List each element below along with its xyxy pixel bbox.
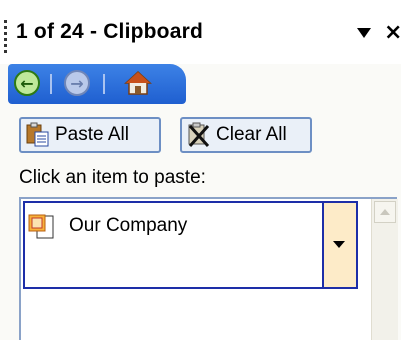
scroll-up-arrow-icon xyxy=(380,209,390,215)
clear-all-icon xyxy=(186,122,212,148)
task-pane-title-bar: 1 of 24 - Clipboard × xyxy=(0,0,401,64)
scroll-up-button[interactable] xyxy=(374,201,396,223)
paste-all-icon xyxy=(25,122,51,148)
navigation-toolbar: ← → xyxy=(8,64,186,104)
drag-handle[interactable] xyxy=(4,20,8,64)
powerpoint-document-icon xyxy=(27,213,57,241)
chevron-down-icon xyxy=(333,241,345,248)
clipboard-items-list: Our Company xyxy=(19,197,398,340)
instruction-text: Click an item to paste: xyxy=(19,167,206,188)
toolbar-separator xyxy=(103,74,105,94)
forward-arrow-icon[interactable]: → xyxy=(64,70,90,96)
vertical-scrollbar[interactable] xyxy=(371,199,398,340)
clipboard-item[interactable]: Our Company xyxy=(23,201,358,289)
task-pane-title: 1 of 24 - Clipboard xyxy=(16,20,203,43)
back-arrow-icon[interactable]: ← xyxy=(14,70,40,96)
home-icon[interactable] xyxy=(124,69,152,97)
paste-all-button[interactable]: Paste All xyxy=(19,117,161,153)
clipboard-task-pane: 1 of 24 - Clipboard × ← → Paste All Clea… xyxy=(0,0,401,340)
close-icon[interactable]: × xyxy=(384,20,401,45)
clipboard-item-label: Our Company xyxy=(69,215,188,236)
clear-all-label: Clear All xyxy=(216,124,287,145)
toolbar-separator xyxy=(50,74,52,94)
chevron-down-icon[interactable] xyxy=(357,28,371,38)
item-dropdown-button[interactable] xyxy=(322,203,356,287)
clear-all-button[interactable]: Clear All xyxy=(180,117,312,153)
paste-all-label: Paste All xyxy=(55,124,129,145)
